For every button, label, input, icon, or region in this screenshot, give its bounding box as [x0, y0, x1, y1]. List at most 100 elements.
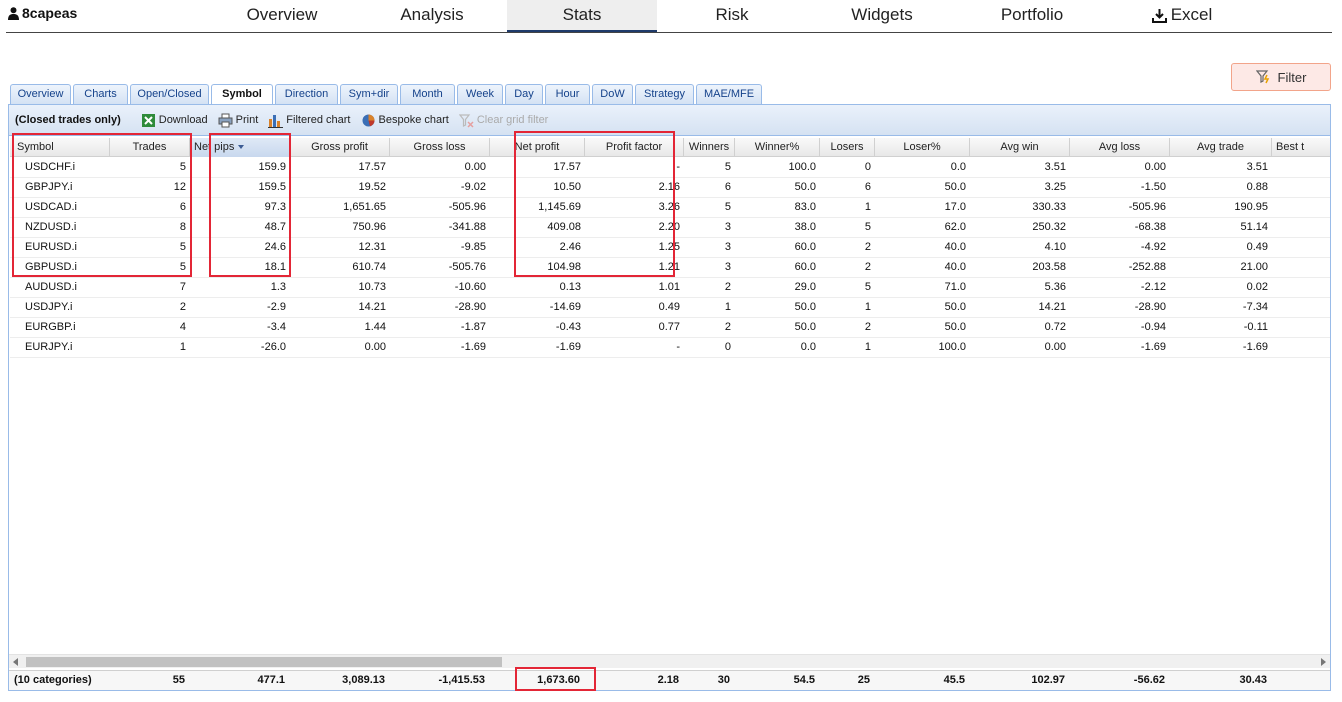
table-row[interactable]: GBPUSD.i 5 18.1 610.74 -505.76 104.98 1.21 3 60.… [10, 258, 1330, 278]
cell-winner-: 38.0 [794, 221, 816, 233]
scroll-right-icon[interactable] [1321, 658, 1326, 666]
tab-open-closed[interactable]: Open/Closed [130, 84, 209, 104]
cell-losers: 6 [864, 181, 871, 193]
column-header-best-t[interactable]: Best t [1272, 138, 1330, 157]
table-row[interactable]: AUDUSD.i 7 1.3 10.73 -10.60 0.13 1.01 2 29.0 5 71.… [10, 278, 1330, 298]
filtered-chart-button[interactable]: Filtered chart [268, 113, 351, 128]
column-header-gross-profit[interactable]: Gross profit [290, 138, 390, 157]
filter-button[interactable]: Filter [1231, 63, 1331, 91]
summary-gross-profit: 3,089.13 [342, 674, 385, 686]
table-row[interactable]: EURUSD.i 5 24.6 12.31 -9.85 2.46 1.25 3 60.0 2 40.… [10, 238, 1330, 258]
nav-risk[interactable]: Risk [676, 0, 788, 32]
column-header-label: Losers [830, 141, 864, 153]
column-header-net-profit[interactable]: Net profit [490, 138, 585, 157]
table-row[interactable]: EURJPY.i 1 -26.0 0.00 -1.69 -1.69 - 0 0.0 1 100.0 0… [10, 338, 1330, 358]
tab-day[interactable]: Day [505, 84, 543, 104]
column-header-avg-win[interactable]: Avg win [970, 138, 1070, 157]
cell-net-pips: -3.4 [267, 321, 286, 333]
cell-net-pips: -26.0 [260, 341, 286, 353]
tab-strategy[interactable]: Strategy [635, 84, 694, 104]
table-row[interactable]: USDJPY.i 2 -2.9 14.21 -28.90 -14.69 0.49 1 50.0 1… [10, 298, 1330, 318]
column-header-loser-[interactable]: Loser% [875, 138, 970, 157]
cell-winner-: 60.0 [794, 241, 816, 253]
table-row[interactable]: GBPJPY.i 12 159.5 19.52 -9.02 10.50 2.16 6 50.0 6… [10, 178, 1330, 198]
cell-net-pips: 24.6 [264, 241, 286, 253]
cell-trades: 5 [179, 161, 186, 173]
summary-net-profit: 1,673.60 [537, 674, 580, 686]
nav-stats[interactable]: Stats [507, 0, 657, 32]
cell-net-profit: -1.69 [555, 341, 581, 353]
column-header-avg-loss[interactable]: Avg loss [1070, 138, 1170, 157]
cell-symbol: USDCHF.i [25, 161, 76, 173]
sort-descending-icon[interactable] [238, 145, 245, 150]
pie-chart-icon [362, 114, 374, 126]
download-button[interactable]: Download [141, 113, 208, 128]
summary-row: (10 categories) 55 477.1 3,089.13 -1,415.53 1… [9, 670, 1330, 690]
bespoke-chart-button[interactable]: Bespoke chart [361, 113, 449, 128]
filtered-chart-label: Filtered chart [286, 114, 351, 126]
cell-winner-: 50.0 [794, 321, 816, 333]
column-header-net-pips[interactable]: Net pips [190, 138, 290, 157]
grid-toolbar: (Closed trades only) Download Print Filt… [9, 105, 1330, 136]
column-header-profit-factor[interactable]: Profit factor [585, 138, 684, 157]
tab-charts[interactable]: Charts [73, 84, 128, 104]
user-menu[interactable]: 8capeas [8, 5, 77, 21]
cell-profit-factor: 1.21 [658, 261, 680, 273]
column-header-gross-loss[interactable]: Gross loss [390, 138, 490, 157]
tab-symbol[interactable]: Symbol [211, 84, 273, 105]
cell-winner-: 83.0 [794, 201, 816, 213]
tab-direction[interactable]: Direction [275, 84, 338, 104]
cell-loser-: 50.0 [944, 321, 966, 333]
cell-gross-loss: -9.02 [460, 181, 486, 193]
table-row[interactable]: EURGBP.i 4 -3.4 1.44 -1.87 -0.43 0.77 2 50.0 2 50.… [10, 318, 1330, 338]
tab-dow[interactable]: DoW [592, 84, 633, 104]
tab-month[interactable]: Month [400, 84, 455, 104]
nav-widgets[interactable]: Widgets [826, 0, 938, 32]
nav-portfolio[interactable]: Portfolio [976, 0, 1088, 32]
nav-analysis[interactable]: Analysis [376, 0, 488, 32]
cell-avg-win: 0.72 [1044, 321, 1066, 333]
cell-gross-loss: 0.00 [464, 161, 486, 173]
tab-hour[interactable]: Hour [545, 84, 590, 104]
column-header-label: Profit factor [605, 141, 663, 153]
cell-profit-factor: 2.16 [658, 181, 680, 193]
cell-symbol: NZDUSD.i [25, 221, 77, 233]
column-header-label: Gross profit [311, 141, 368, 153]
column-header-label: Loser% [903, 141, 941, 153]
cell-avg-win: 0.00 [1044, 341, 1066, 353]
column-header-avg-trade[interactable]: Avg trade [1170, 138, 1272, 157]
cell-net-profit: 104.98 [547, 261, 581, 273]
nav-excel[interactable]: Excel [1126, 0, 1238, 32]
cell-avg-win: 330.33 [1032, 201, 1066, 213]
tab-overview[interactable]: Overview [10, 84, 71, 104]
column-header-losers[interactable]: Losers [820, 138, 875, 157]
cell-avg-loss: -0.94 [1140, 321, 1166, 333]
summary-losers: 25 [857, 674, 870, 686]
cell-loser-: 40.0 [944, 241, 966, 253]
scrollbar-thumb[interactable] [26, 657, 502, 667]
nav-overview[interactable]: Overview [226, 0, 338, 32]
summary-winners: 30 [717, 674, 730, 686]
column-header-trades[interactable]: Trades [110, 138, 190, 157]
table-row[interactable]: USDCAD.i 6 97.3 1,651.65 -505.96 1,145.69 3.26… [10, 198, 1330, 218]
cell-winners: 3 [724, 241, 731, 253]
tab-week[interactable]: Week [457, 84, 503, 104]
horizontal-scrollbar[interactable] [9, 654, 1330, 668]
table-row[interactable]: NZDUSD.i 8 48.7 750.96 -341.88 409.08 2.20 3 38.… [10, 218, 1330, 238]
cell-trades: 4 [179, 321, 186, 333]
tab-sym-dir[interactable]: Sym+dir [340, 84, 398, 104]
column-header-winners[interactable]: Winners [684, 138, 735, 157]
cell-gross-loss: -10.60 [454, 281, 486, 293]
cell-gross-loss: -1.69 [460, 341, 486, 353]
cell-gross-loss: -341.88 [448, 221, 486, 233]
table-row[interactable]: USDCHF.i 5 159.9 17.57 0.00 17.57 - 5 100.0 0 0.0 3… [10, 158, 1330, 178]
column-header-winner-[interactable]: Winner% [735, 138, 820, 157]
print-button[interactable]: Print [218, 113, 258, 128]
cell-losers: 2 [864, 241, 871, 253]
cell-loser-: 50.0 [944, 301, 966, 313]
tab-mae-mfe[interactable]: MAE/MFE [696, 84, 762, 104]
scroll-left-icon[interactable] [13, 658, 18, 666]
cell-losers: 1 [864, 301, 871, 313]
cell-net-profit: 409.08 [547, 221, 581, 233]
column-header-symbol[interactable]: Symbol [13, 138, 110, 157]
